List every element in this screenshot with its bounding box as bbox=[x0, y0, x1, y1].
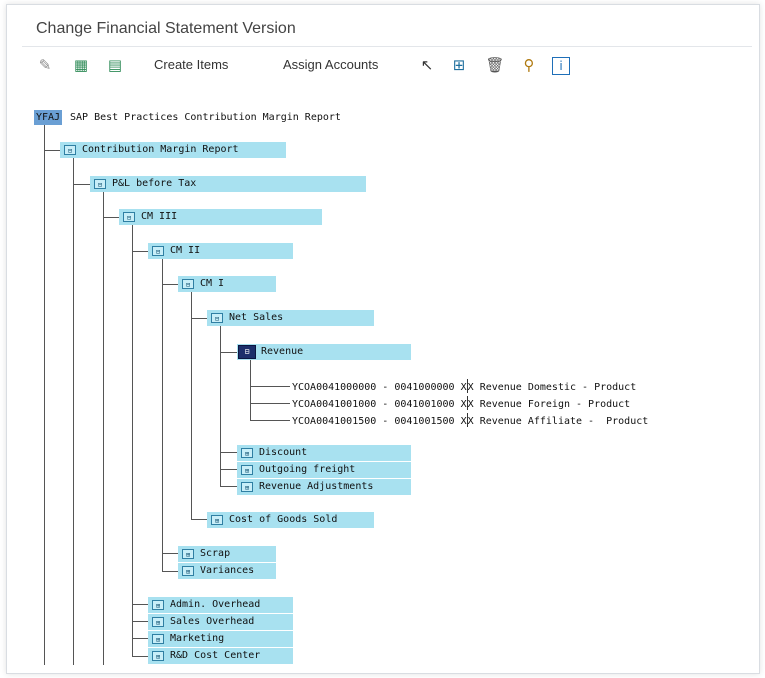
node-label: Revenue bbox=[261, 346, 304, 357]
folder-icon[interactable]: ⊟ bbox=[64, 145, 76, 155]
account-row[interactable]: YCOA0041000000 - 0041000000 XX Revenue D… bbox=[292, 379, 636, 395]
info-icon[interactable]: i bbox=[552, 57, 570, 75]
account-row[interactable]: YCOA0041001000 - 0041001000 XX Revenue F… bbox=[292, 396, 630, 412]
tree-node-admin-overhead[interactable]: ⊞ Admin. Overhead bbox=[148, 597, 293, 613]
account-range: YCOA0041000000 - 0041000000 bbox=[292, 382, 455, 393]
node-label: CM III bbox=[141, 211, 178, 222]
account-row[interactable]: YCOA0041001500 - 0041001500 XX Revenue A… bbox=[292, 413, 648, 429]
tree-node-variances[interactable]: ⊞ Variances bbox=[178, 563, 276, 579]
assign-accounts-button[interactable]: Assign Accounts bbox=[283, 57, 378, 72]
folder-icon[interactable]: ⊞ bbox=[241, 448, 253, 458]
credit-flag: X bbox=[467, 382, 474, 393]
folder-icon[interactable]: ⊞ bbox=[152, 600, 164, 610]
account-name: Revenue Foreign - Product bbox=[479, 399, 631, 410]
tree-line bbox=[103, 192, 104, 665]
tree-node-marketing[interactable]: ⊞ Marketing bbox=[148, 631, 293, 647]
deselect-icon[interactable]: ▤ bbox=[104, 54, 126, 76]
folder-icon[interactable]: ⊞ bbox=[152, 651, 164, 661]
node-label: CM I bbox=[200, 278, 225, 289]
window-frame bbox=[6, 4, 760, 674]
root-label: SAP Best Practices Contribution Margin R… bbox=[70, 112, 341, 123]
folder-icon[interactable]: ⊞ bbox=[211, 515, 223, 525]
tree-connector bbox=[220, 352, 238, 353]
tree-line bbox=[73, 158, 74, 665]
credit-flag: X bbox=[467, 416, 474, 427]
account-name: Revenue Affiliate - Product bbox=[479, 416, 649, 427]
tree-connector bbox=[220, 486, 238, 487]
tree-node-rd-cost-center[interactable]: ⊞ R&D Cost Center bbox=[148, 648, 293, 664]
tree-connector bbox=[250, 403, 290, 404]
title-divider bbox=[22, 46, 752, 47]
tree-line bbox=[162, 259, 163, 571]
display-change-icon[interactable]: ✎ bbox=[34, 54, 56, 76]
tree-node-sales-overhead[interactable]: ⊞ Sales Overhead bbox=[148, 614, 293, 630]
folder-icon[interactable]: ⊞ bbox=[241, 465, 253, 475]
folder-icon[interactable]: ⊞ bbox=[182, 549, 194, 559]
tree-connector bbox=[220, 469, 238, 470]
node-label: CM II bbox=[170, 245, 201, 256]
folder-icon[interactable]: ⊟ bbox=[123, 212, 135, 222]
folder-icon[interactable]: ⊟ bbox=[94, 179, 106, 189]
tree-line bbox=[44, 125, 45, 665]
tree-connector bbox=[250, 420, 290, 421]
node-label: Contribution Margin Report bbox=[82, 144, 239, 155]
node-label: P&L before Tax bbox=[112, 178, 197, 189]
assign-icon[interactable]: ⊞ bbox=[448, 54, 470, 76]
folder-icon[interactable]: ⊞ bbox=[152, 617, 164, 627]
expand-icon[interactable]: ↖ bbox=[416, 54, 438, 76]
folder-icon[interactable]: ⊞ bbox=[182, 566, 194, 576]
account-name: Revenue Domestic - Product bbox=[479, 382, 637, 393]
node-label: Cost of Goods Sold bbox=[229, 514, 338, 525]
tree-line bbox=[250, 360, 251, 420]
node-label: Discount bbox=[259, 447, 308, 458]
tree-node-net-sales[interactable]: ⊟ Net Sales bbox=[207, 310, 374, 326]
account-range: YCOA0041001500 - 0041001500 bbox=[292, 416, 455, 427]
separator bbox=[466, 379, 468, 393]
node-label: Outgoing freight bbox=[259, 464, 356, 475]
node-label: Admin. Overhead bbox=[170, 599, 261, 610]
tree-connector bbox=[73, 184, 91, 185]
node-label: R&D Cost Center bbox=[170, 650, 261, 661]
tree-node-discount[interactable]: ⊞ Discount bbox=[237, 445, 411, 461]
separator bbox=[466, 413, 468, 427]
tree-line bbox=[132, 225, 133, 657]
node-label: Sales Overhead bbox=[170, 616, 255, 627]
tree-node-revenue-adjustments[interactable]: ⊞ Revenue Adjustments bbox=[237, 479, 411, 495]
root-key[interactable]: YFAJ bbox=[34, 110, 63, 125]
credit-flag: X bbox=[467, 399, 474, 410]
tree-node-cm-ii[interactable]: ⊟ CM II bbox=[148, 243, 293, 259]
find-icon[interactable]: ⚲ bbox=[518, 54, 540, 76]
tree-node-outgoing-freight[interactable]: ⊞ Outgoing freight bbox=[237, 462, 411, 478]
tree-node-cm-i[interactable]: ⊟ CM I bbox=[178, 276, 276, 292]
delete-icon[interactable]: 🗑 bbox=[484, 54, 506, 76]
separator bbox=[466, 396, 468, 410]
folder-icon[interactable]: ⊟ bbox=[211, 313, 223, 323]
folder-icon[interactable]: ⊟ bbox=[152, 246, 164, 256]
create-items-button[interactable]: Create Items bbox=[154, 57, 228, 72]
tree-node-cm-iii[interactable]: ⊟ CM III bbox=[119, 209, 322, 225]
select-icon[interactable]: ▦ bbox=[70, 54, 92, 76]
node-label: Marketing bbox=[170, 633, 225, 644]
tree-line bbox=[220, 326, 221, 486]
tree-node-cost-of-goods-sold[interactable]: ⊞ Cost of Goods Sold bbox=[207, 512, 374, 528]
node-label: Scrap bbox=[200, 548, 231, 559]
node-label: Revenue Adjustments bbox=[259, 481, 374, 492]
window-title: Change Financial Statement Version bbox=[36, 20, 296, 37]
selected-folder-icon[interactable]: ⊟ bbox=[238, 345, 256, 359]
node-label: Variances bbox=[200, 565, 255, 576]
folder-icon[interactable]: ⊞ bbox=[241, 482, 253, 492]
node-label: Net Sales bbox=[229, 312, 284, 323]
tree-node-revenue[interactable]: Revenue bbox=[237, 344, 411, 360]
tree-node-scrap[interactable]: ⊞ Scrap bbox=[178, 546, 276, 562]
tree-connector bbox=[250, 386, 290, 387]
tree-connector bbox=[220, 452, 238, 453]
tree-line bbox=[191, 292, 192, 519]
account-range: YCOA0041001000 - 0041001000 bbox=[292, 399, 455, 410]
folder-icon[interactable]: ⊞ bbox=[152, 634, 164, 644]
folder-icon[interactable]: ⊟ bbox=[182, 279, 194, 289]
tree-node-pl-before-tax[interactable]: ⊟ P&L before Tax bbox=[90, 176, 366, 192]
tree-node-contribution-margin-report[interactable]: ⊟ Contribution Margin Report bbox=[60, 142, 286, 158]
